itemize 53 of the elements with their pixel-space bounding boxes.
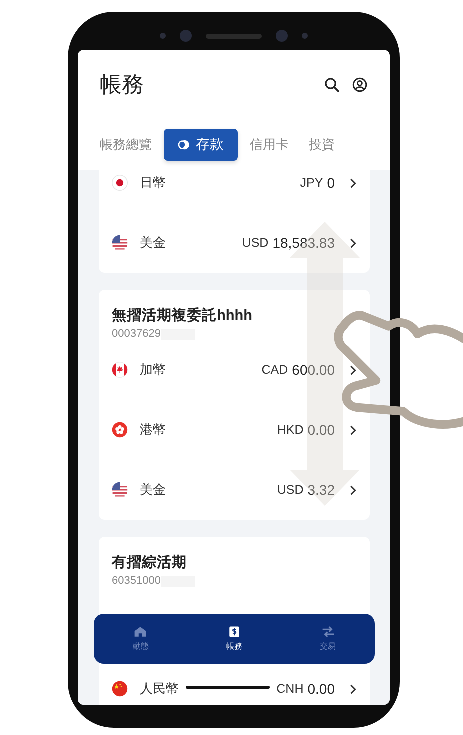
tab[interactable]: 帳務總覽 [92, 130, 160, 160]
currency-name: 港幣 [140, 421, 166, 439]
currency-code: USD [242, 236, 269, 250]
camera-icon [180, 30, 192, 42]
tab[interactable]: 信用卡 [242, 130, 297, 160]
tab[interactable]: 存款 [164, 129, 238, 161]
currency-code: JPY [300, 176, 324, 190]
balance-amount: 0.00 [308, 422, 335, 438]
user-icon[interactable] [352, 77, 368, 93]
nav-item[interactable]: 動態 [110, 626, 171, 652]
chevron-right-icon[interactable] [349, 424, 357, 436]
currency-name: 日幣 [140, 174, 166, 192]
hong-kong-flag-icon [112, 422, 128, 438]
currency-name: 美金 [140, 481, 166, 499]
tab[interactable]: 投資 [301, 130, 343, 160]
home-icon [134, 626, 148, 638]
nav-item[interactable]: 帳務 [204, 626, 264, 652]
chevron-right-icon[interactable] [349, 364, 357, 376]
nav-item[interactable]: 交易 [298, 626, 358, 652]
search-icon[interactable] [324, 77, 340, 93]
usa-flag-icon [112, 482, 128, 498]
dollar-icon [228, 626, 241, 638]
balance-amount: 600.00 [292, 362, 335, 378]
balance-amount: 0.00 [308, 681, 335, 697]
sensor-icon [302, 33, 308, 39]
canada-flag-icon [112, 362, 128, 378]
speaker-grille [206, 34, 262, 38]
chevron-right-icon[interactable] [349, 178, 357, 188]
currency-name: 人民幣 [140, 680, 179, 698]
coins-icon [178, 140, 190, 150]
currency-name: 加幣 [140, 361, 166, 379]
currency-name: 美金 [140, 234, 166, 252]
balance-amount: 3.32 [308, 482, 335, 498]
page-title: 帳務 [100, 71, 144, 99]
chevron-right-icon[interactable] [349, 684, 357, 694]
currency-code: USD [277, 483, 304, 497]
chevron-right-icon[interactable] [349, 238, 357, 248]
currency-code: HKD [277, 423, 304, 437]
account-name: 無摺活期複委託hhhh [112, 306, 254, 325]
currency-code: CNH [276, 682, 304, 696]
balance-amount: 0 [327, 175, 335, 191]
transfer-icon [322, 626, 335, 638]
balance-amount: 18,583.83 [272, 235, 335, 251]
sensor-icon [160, 33, 166, 39]
currency-code: CAD [262, 363, 288, 377]
china-flag-icon [112, 681, 128, 697]
usa-flag-icon [112, 235, 128, 251]
account-number: 00037629 [112, 328, 161, 340]
account-name: 有摺綜活期 [112, 554, 188, 572]
camera-icon [276, 30, 288, 42]
japan-flag-icon [112, 175, 128, 191]
account-number: 60351000 [112, 575, 161, 587]
chevron-right-icon[interactable] [349, 484, 357, 496]
